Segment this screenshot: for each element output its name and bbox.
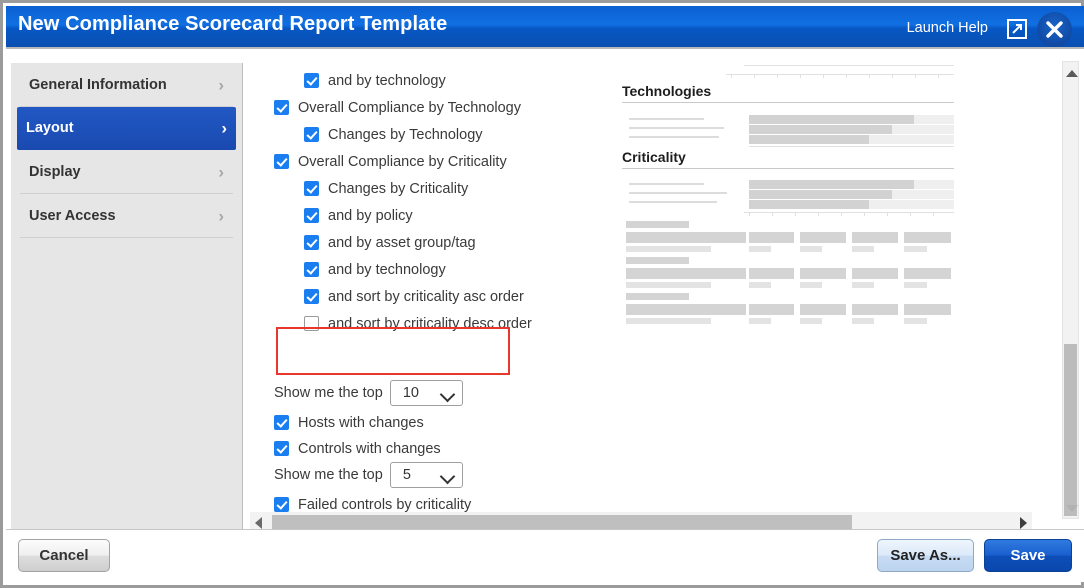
checkbox[interactable] xyxy=(274,100,289,115)
show-top-select-2[interactable]: 5 xyxy=(389,462,463,488)
option-row-hosts-with-changes[interactable]: Hosts with changes xyxy=(274,409,424,436)
scroll-down-arrow-icon[interactable] xyxy=(1066,505,1078,512)
checkbox[interactable] xyxy=(304,127,319,142)
select-value: 10 xyxy=(402,385,419,401)
option-label: Changes by Technology xyxy=(328,126,483,143)
checkbox[interactable] xyxy=(304,289,319,304)
checkbox[interactable] xyxy=(274,415,289,430)
sidebar-item-label: General Information xyxy=(29,76,167,93)
option-row[interactable]: Changes by Technology xyxy=(274,121,574,148)
select-value: 5 xyxy=(402,467,411,483)
scroll-left-arrow-icon[interactable] xyxy=(255,517,262,529)
sidebar-item-label: Display xyxy=(29,163,81,180)
option-row-sort-asc[interactable]: and sort by criticality asc order xyxy=(274,283,574,310)
checkbox[interactable] xyxy=(274,154,289,169)
sidebar-item-display[interactable]: Display › xyxy=(20,150,233,194)
checkbox[interactable] xyxy=(304,73,319,88)
option-row[interactable]: Overall Compliance by Technology xyxy=(274,94,574,121)
option-label: Controls with changes xyxy=(298,440,441,457)
chevron-down-icon xyxy=(439,468,456,485)
option-label: Hosts with changes xyxy=(298,414,424,431)
option-label: and by technology xyxy=(328,72,446,89)
option-label: and sort by criticality asc order xyxy=(328,288,524,305)
sidebar-item-user-access[interactable]: User Access › xyxy=(20,194,233,238)
option-label: Failed controls by criticality xyxy=(298,496,472,513)
vertical-scrollbar-thumb[interactable] xyxy=(1064,344,1077,516)
title-bar: New Compliance Scorecard Report Template… xyxy=(6,6,1084,49)
chevron-right-icon: › xyxy=(218,75,224,94)
option-label: Overall Compliance by Technology xyxy=(298,99,521,116)
sidebar: General Information › Layout › Display ›… xyxy=(11,63,243,536)
sidebar-item-label: Layout xyxy=(26,120,74,136)
dialog-footer: Cancel Save As... Save xyxy=(6,529,1084,582)
layout-option-list: and by technology Overall Compliance by … xyxy=(274,67,574,337)
show-top-select-1[interactable]: 10 xyxy=(389,380,463,406)
option-row[interactable]: and by policy xyxy=(274,202,574,229)
checkbox[interactable] xyxy=(274,441,289,456)
option-row[interactable]: and by asset group/tag xyxy=(274,229,574,256)
vertical-scrollbar[interactable] xyxy=(1062,61,1079,519)
popout-icon[interactable] xyxy=(1006,18,1028,40)
close-button[interactable] xyxy=(1037,12,1072,47)
scroll-right-arrow-icon[interactable] xyxy=(1020,517,1027,529)
show-top-label: Show me the top xyxy=(274,385,383,401)
option-label: and sort by criticality desc order xyxy=(328,315,532,332)
option-label: and by technology xyxy=(328,261,446,278)
horizontal-scrollbar-thumb[interactable] xyxy=(272,515,852,530)
option-row[interactable]: Changes by Criticality xyxy=(274,175,574,202)
sidebar-item-general-information[interactable]: General Information › xyxy=(20,63,233,107)
preview-heading-technologies: Technologies xyxy=(622,83,712,99)
checkbox[interactable] xyxy=(304,181,319,196)
dialog-body: General Information › Layout › Display ›… xyxy=(6,49,1084,536)
checkbox[interactable] xyxy=(304,235,319,250)
preview-heading-criticality: Criticality xyxy=(622,149,686,165)
sidebar-item-layout[interactable]: Layout › xyxy=(17,107,236,150)
option-label: and by policy xyxy=(328,207,413,224)
option-label: Changes by Criticality xyxy=(328,180,469,197)
option-row-controls-with-changes[interactable]: Controls with changes xyxy=(274,435,441,462)
cancel-button[interactable]: Cancel xyxy=(18,539,110,572)
chevron-right-icon: › xyxy=(221,118,227,138)
launch-help-link[interactable]: Launch Help xyxy=(907,20,988,36)
page-title: New Compliance Scorecard Report Template xyxy=(18,13,448,35)
option-label: Overall Compliance by Criticality xyxy=(298,153,507,170)
sidebar-item-label: User Access xyxy=(29,207,116,224)
show-top-row-2: Show me the top 5 xyxy=(274,462,463,488)
show-top-row-1: Show me the top 10 xyxy=(274,380,463,406)
chevron-right-icon: › xyxy=(218,206,224,225)
checkbox[interactable] xyxy=(304,316,319,331)
option-row-sort-desc[interactable]: and sort by criticality desc order xyxy=(274,310,574,337)
checkbox[interactable] xyxy=(274,497,289,512)
report-preview: Technologies Criticality xyxy=(609,57,1039,377)
scroll-up-arrow-icon[interactable] xyxy=(1066,70,1078,77)
checkbox[interactable] xyxy=(304,208,319,223)
layout-panel: and by technology Overall Compliance by … xyxy=(244,49,1084,536)
save-button[interactable]: Save xyxy=(984,539,1072,572)
chevron-down-icon xyxy=(439,386,456,403)
report-template-dialog: New Compliance Scorecard Report Template… xyxy=(0,0,1084,588)
option-label: and by asset group/tag xyxy=(328,234,476,251)
option-row[interactable]: and by technology xyxy=(274,256,574,283)
option-row[interactable]: Overall Compliance by Criticality xyxy=(274,148,574,175)
checkbox[interactable] xyxy=(304,262,319,277)
show-top-label: Show me the top xyxy=(274,467,383,483)
chevron-right-icon: › xyxy=(218,162,224,181)
option-row[interactable]: and by technology xyxy=(274,67,574,94)
save-as-button[interactable]: Save As... xyxy=(877,539,974,572)
